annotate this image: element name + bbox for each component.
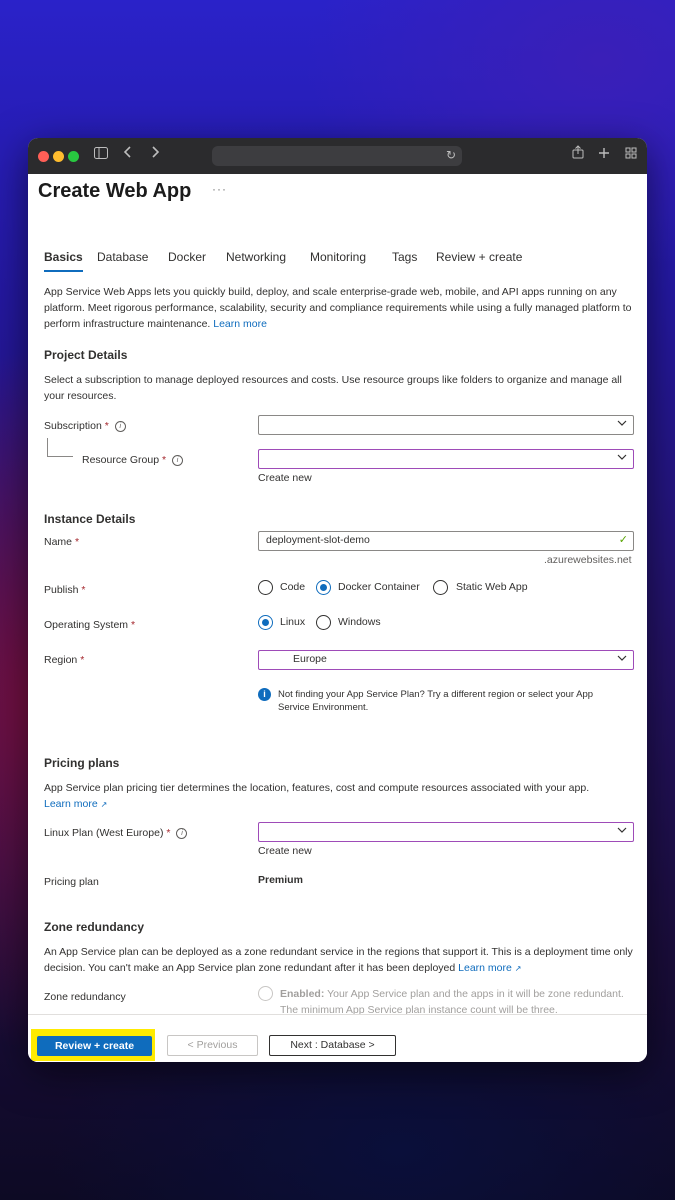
tab-networking[interactable]: Networking [226, 250, 286, 264]
info-icon[interactable]: i [172, 455, 184, 466]
previous-button[interactable]: < Previous [167, 1035, 258, 1056]
chevron-down-icon [617, 655, 627, 661]
chevron-down-icon [617, 827, 627, 833]
close-window-button[interactable] [38, 151, 49, 162]
publish-code-label[interactable]: Code [280, 581, 305, 593]
publish-static-radio[interactable] [433, 580, 448, 595]
back-icon[interactable] [123, 145, 133, 165]
tab-monitoring[interactable]: Monitoring [310, 250, 366, 264]
publish-label: Publish * [44, 584, 86, 596]
minimize-window-button[interactable] [53, 151, 64, 162]
linux-plan-dropdown[interactable] [258, 822, 634, 842]
create-new-resource-group-link[interactable]: Create new [258, 472, 312, 484]
zone-enabled-text: Enabled: Your App Service plan and the a… [280, 988, 624, 1014]
resource-group-label: Resource Group * i [82, 454, 184, 466]
address-bar[interactable]: ↻ [212, 146, 462, 166]
os-windows-label[interactable]: Windows [338, 616, 381, 628]
os-windows-radio[interactable] [316, 615, 331, 630]
zone-description: An App Service plan can be deployed as a… [44, 946, 633, 974]
resource-group-dropdown[interactable] [258, 449, 634, 469]
tab-database[interactable]: Database [97, 250, 148, 264]
page-title: Create Web App [38, 180, 192, 202]
forward-icon[interactable] [150, 145, 160, 165]
publish-code-radio[interactable] [258, 580, 273, 595]
name-label: Name * [44, 536, 80, 548]
os-linux-label[interactable]: Linux [280, 616, 305, 628]
chevron-down-icon [617, 420, 627, 426]
browser-titlebar: ↻ [28, 138, 647, 174]
info-icon[interactable]: i [176, 828, 188, 839]
review-create-button[interactable]: Review + create [37, 1036, 152, 1056]
tab-basics[interactable]: Basics [44, 250, 83, 272]
subscription-label: Subscription * i [44, 420, 126, 432]
new-tab-icon[interactable] [598, 145, 610, 165]
zone-redundancy-label: Zone redundancy [44, 991, 126, 1003]
sidebar-toggle-icon[interactable] [94, 145, 108, 165]
more-options-icon[interactable]: ··· [212, 182, 227, 196]
maximize-window-button[interactable] [68, 151, 79, 162]
browser-window: ↻ Create Web App ··· Basics Database Doc… [28, 138, 647, 1062]
intro-text: App Service Web Apps lets you quickly bu… [44, 286, 632, 330]
linux-plan-label: Linux Plan (West Europe) * i [44, 827, 188, 839]
pricing-plans-heading: Pricing plans [44, 756, 120, 770]
external-link-icon: ↗ [100, 800, 108, 809]
pricing-description: App Service plan pricing tier determines… [44, 782, 590, 810]
info-icon[interactable]: i [114, 421, 126, 432]
pricing-plan-label: Pricing plan [44, 876, 99, 888]
tree-connector [47, 438, 48, 456]
zone-redundancy-heading: Zone redundancy [44, 920, 145, 934]
instance-details-heading: Instance Details [44, 512, 136, 526]
pricing-plan-value: Premium [258, 874, 303, 886]
next-database-button[interactable]: Next : Database > [269, 1035, 396, 1056]
share-icon[interactable] [572, 145, 584, 165]
os-label: Operating System * [44, 619, 136, 631]
tree-connector [47, 456, 73, 457]
wizard-footer: Review + create < Previous Next : Databa… [28, 1014, 647, 1062]
subscription-dropdown[interactable] [258, 415, 634, 435]
info-icon: i [258, 688, 271, 701]
external-link-icon: ↗ [514, 964, 522, 973]
page-content: Create Web App ··· Basics Database Docke… [28, 174, 647, 1014]
region-dropdown[interactable]: Europe [258, 650, 634, 670]
zone-enabled-radio[interactable] [258, 986, 273, 1001]
check-icon: ✓ [618, 534, 628, 546]
project-details-heading: Project Details [44, 348, 128, 362]
region-label: Region * [44, 654, 85, 666]
zone-learn-more-link[interactable]: Learn more ↗ [458, 962, 521, 974]
tab-tags[interactable]: Tags [392, 250, 417, 264]
tab-docker[interactable]: Docker [168, 250, 206, 264]
reload-icon[interactable]: ↻ [446, 148, 456, 162]
domain-suffix: .azurewebsites.net [544, 554, 632, 566]
publish-docker-radio[interactable] [316, 580, 331, 595]
tab-review-create[interactable]: Review + create [436, 250, 522, 264]
publish-static-label[interactable]: Static Web App [456, 581, 528, 593]
intro-learn-more-link[interactable]: Learn more [213, 318, 267, 330]
name-input[interactable]: deployment-slot-demo ✓ [258, 531, 634, 551]
tab-overview-icon[interactable] [625, 145, 637, 165]
project-details-description: Select a subscription to manage deployed… [44, 374, 622, 402]
region-info-text: Not finding your App Service Plan? Try a… [278, 689, 594, 713]
publish-docker-label[interactable]: Docker Container [338, 581, 420, 593]
chevron-down-icon [617, 454, 627, 460]
pricing-learn-more-link[interactable]: Learn more ↗ [44, 798, 107, 810]
create-new-plan-link[interactable]: Create new [258, 845, 312, 857]
os-linux-radio[interactable] [258, 615, 273, 630]
